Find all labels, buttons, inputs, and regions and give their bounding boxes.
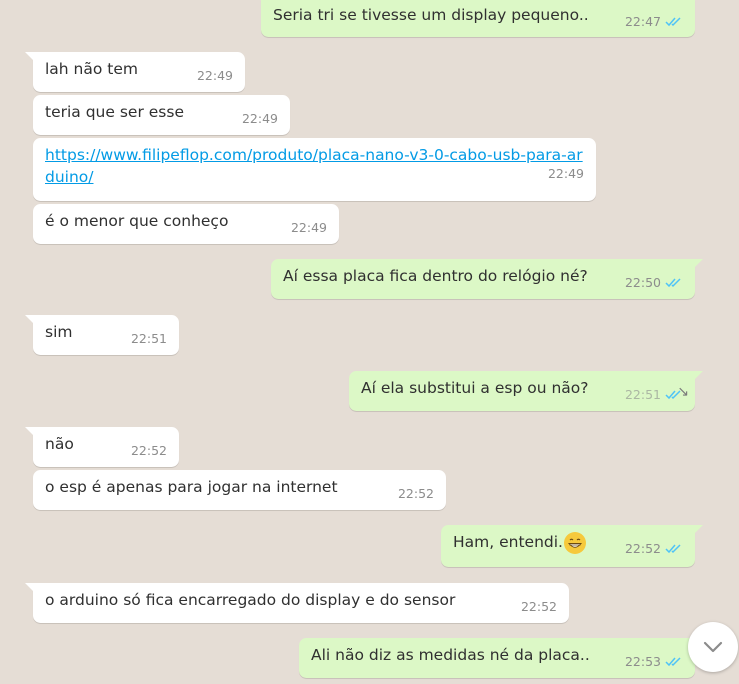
message-time: 22:53 [624, 654, 661, 669]
message-meta: 22:53 [625, 654, 683, 669]
message-outgoing[interactable]: Ham, entendi. 22:52 [441, 525, 703, 567]
message-time: 22:49 [196, 68, 233, 83]
message-outgoing[interactable]: Aí essa placa fica dentro do relógio né?… [271, 259, 703, 299]
message-text: Aí essa placa fica dentro do relógio né? [283, 267, 588, 285]
message-text: teria que ser esse [45, 103, 184, 121]
message-meta: 22:49 [291, 220, 327, 235]
message-incoming[interactable]: https://www.filipeflop.com/produto/placa… [33, 138, 596, 201]
message-meta: 22:51 [625, 387, 683, 402]
read-ticks-icon [665, 657, 681, 667]
message-meta: 22:52 [131, 443, 167, 458]
grinning-face-emoji-icon [563, 531, 586, 554]
message-meta: 22:49 [548, 166, 584, 181]
message-outgoing[interactable]: Ali não diz as medidas né da placa.. 22:… [299, 638, 703, 678]
message-time: 22:52 [624, 541, 661, 556]
message-time: 22:49 [290, 220, 327, 235]
read-ticks-icon [665, 544, 681, 554]
chevron-down-icon [703, 641, 723, 653]
message-meta: 22:47 [625, 14, 683, 29]
message-incoming[interactable]: sim 22:51 [25, 315, 179, 355]
message-text: o arduino só fica encarregado do display… [45, 591, 456, 609]
message-time: 22:51 [130, 331, 167, 346]
message-incoming[interactable]: teria que ser esse 22:49 [33, 95, 290, 135]
message-text: é o menor que conheço [45, 212, 229, 230]
message-meta: 22:52 [398, 486, 434, 501]
message-time: 22:52 [397, 486, 434, 501]
message-text: lah não tem [45, 60, 138, 78]
message-time: 22:49 [241, 111, 278, 126]
message-text: Ham, entendi. [453, 533, 563, 551]
message-incoming[interactable]: não 22:52 [25, 427, 179, 467]
message-incoming[interactable]: é o menor que conheço 22:49 [33, 204, 339, 244]
message-link[interactable]: https://www.filipeflop.com/produto/placa… [45, 146, 583, 186]
message-meta: 22:49 [197, 68, 233, 83]
message-time: 22:50 [624, 275, 661, 290]
message-meta: 22:49 [242, 111, 278, 126]
message-menu-chevron-icon[interactable]: ↘ [677, 381, 689, 403]
message-meta: 22:51 [131, 331, 167, 346]
message-time: 22:47 [624, 14, 661, 29]
message-text: Seria tri se tivesse um display pequeno.… [273, 6, 589, 24]
message-text: sim [45, 323, 73, 341]
message-text: Ali não diz as medidas né da placa.. [311, 646, 590, 664]
message-meta: 22:52 [521, 599, 557, 614]
message-meta: 22:52 [625, 541, 683, 556]
message-time: 22:51 [624, 387, 661, 402]
message-incoming[interactable]: o arduino só fica encarregado do display… [25, 583, 569, 623]
message-text: Aí ela substitui a esp ou não? [361, 379, 589, 397]
message-time: 22:49 [547, 166, 584, 181]
read-ticks-icon [665, 278, 681, 288]
message-outgoing[interactable]: Aí ela substitui a esp ou não? 22:51 ↘ [349, 371, 703, 411]
message-text: o esp é apenas para jogar na internet [45, 478, 338, 496]
chat-panel: Seria tri se tivesse um display pequeno.… [0, 0, 739, 684]
scroll-to-bottom-button[interactable] [688, 622, 738, 672]
message-text: não [45, 435, 74, 453]
message-outgoing[interactable]: Seria tri se tivesse um display pequeno.… [261, 0, 695, 37]
message-time: 22:52 [130, 443, 167, 458]
message-incoming[interactable]: o esp é apenas para jogar na internet 22… [33, 470, 446, 510]
message-time: 22:52 [520, 599, 557, 614]
read-ticks-icon [665, 17, 681, 27]
message-incoming[interactable]: lah não tem 22:49 [25, 52, 245, 92]
message-meta: 22:50 [625, 275, 683, 290]
